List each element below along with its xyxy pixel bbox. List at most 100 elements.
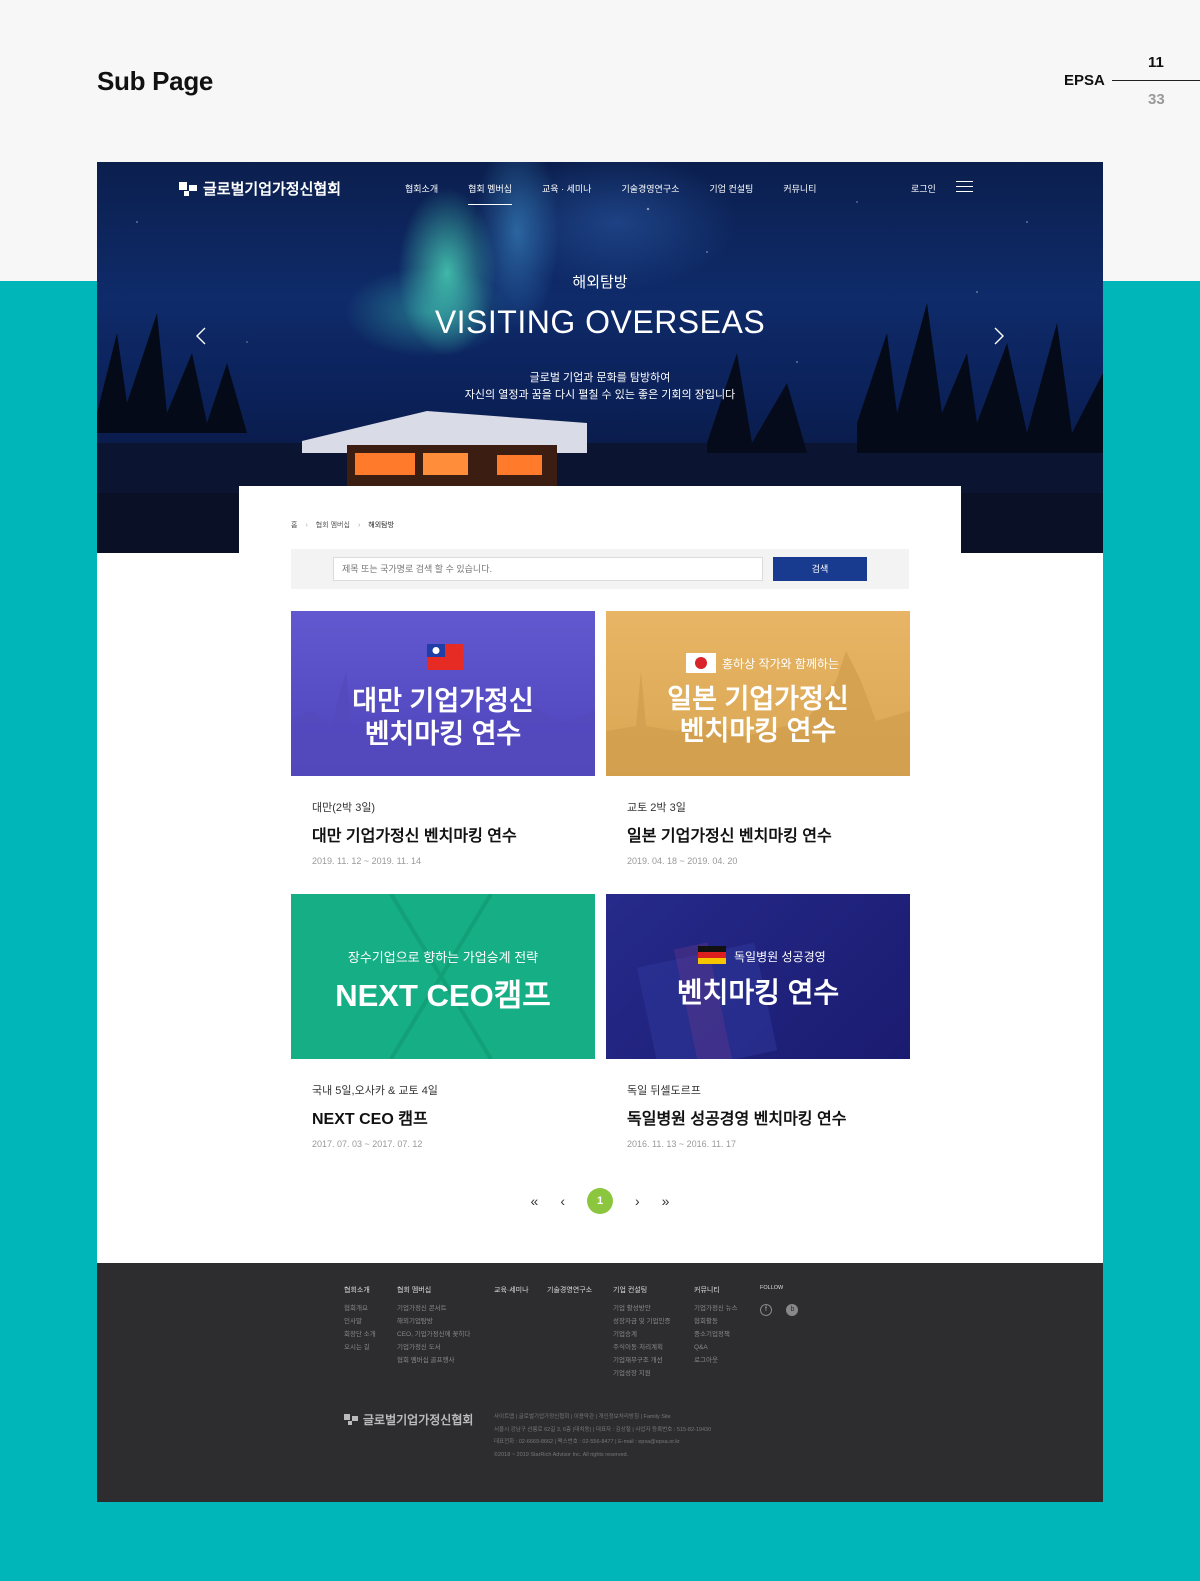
- footer-link[interactable]: 해외기업탐방: [397, 1315, 470, 1328]
- breadcrumb-membership[interactable]: 협회 멤버십: [316, 520, 350, 530]
- footer-copyright: ©2018 ~ 2019 StarRich Advisor Inc. All r…: [494, 1451, 629, 1458]
- footer-link[interactable]: 기업성장 지원: [613, 1367, 670, 1380]
- logo-mark-icon: [179, 181, 197, 196]
- footer-link[interactable]: 기업 활성방안: [613, 1302, 670, 1315]
- footer-link[interactable]: 중소기업정책: [694, 1328, 738, 1341]
- card-title[interactable]: NEXT CEO 캠프: [312, 1105, 595, 1129]
- footer-link[interactable]: 기업재무구조 개선: [613, 1354, 670, 1367]
- footer-col-education: 교육·세미나: [494, 1285, 529, 1302]
- thumb-line1: NEXT CEO캠프: [335, 978, 551, 1013]
- chevron-left-icon[interactable]: [194, 326, 208, 346]
- footer-link[interactable]: 오시는 길: [344, 1341, 376, 1354]
- hero-title: VISITING OVERSEAS: [434, 304, 766, 340]
- card-subtitle: 국내 5일,오사카 & 교토 4일: [312, 1085, 438, 1097]
- search-button[interactable]: 검색: [773, 557, 867, 581]
- first-page-icon[interactable]: «: [531, 1193, 539, 1209]
- footer-info-line: 대표전화 : 02-6669-8662 | 팩스번호 : 02-556-8477…: [494, 1439, 680, 1445]
- deck-brand: EPSA: [1064, 72, 1105, 89]
- deck-page-number: 11: [1148, 54, 1164, 71]
- footer-link[interactable]: 협회개요: [344, 1302, 376, 1315]
- footer-col-follow: FOLLOW f b: [760, 1285, 808, 1316]
- thumb-line2: 벤치마킹 연수: [364, 719, 522, 749]
- card-thumbnail: 독일병원 성공경영 벤치마킹 연수: [606, 894, 910, 1059]
- hero-subtitle: 해외탐방: [572, 274, 628, 291]
- breadcrumb-current: 해외탐방: [368, 522, 395, 529]
- breadcrumb-home[interactable]: 홈: [291, 520, 297, 530]
- nav-item-education[interactable]: 교육 · 세미나: [542, 182, 591, 203]
- list-item[interactable]: 장수기업으로 향하는 가업승계 전략 NEXT CEO캠프 국내 5일,오사카 …: [291, 894, 595, 1149]
- footer-col-about: 협회소개 협회개요 인사말 회장단 소개 오시는 길: [344, 1285, 376, 1354]
- prev-page-icon[interactable]: ‹: [560, 1193, 565, 1209]
- thumb-line2: 벤치마킹 연수: [679, 716, 837, 746]
- nav-item-about[interactable]: 협회소개: [405, 182, 438, 203]
- footer-info: 사이트맵 | 글로벌기업가정신협회 | 이용약관 | 개인정보처리방침 | Fa…: [494, 1411, 711, 1461]
- chevron-right-icon[interactable]: [992, 326, 1006, 346]
- nav-item-research[interactable]: 기술경영연구소: [621, 182, 679, 203]
- japan-flag-icon: [686, 653, 716, 673]
- thumb-line1: 벤치마킹 연수: [676, 977, 840, 1008]
- hero-desc-line2: 자신의 열정과 꿈을 다시 펼칠 수 있는 좋은 기회의 장입니다: [464, 389, 736, 401]
- search-input[interactable]: [333, 557, 763, 581]
- card-date: 2019. 04. 18 ~ 2019. 04. 20: [627, 856, 738, 866]
- footer-heading[interactable]: 교육·세미나: [494, 1285, 529, 1295]
- footer-link[interactable]: 인사말: [344, 1315, 376, 1328]
- footer-heading[interactable]: 협회소개: [344, 1285, 376, 1295]
- footer-link[interactable]: 회장단 소개: [344, 1328, 376, 1341]
- footer-link[interactable]: 기업가정신 뉴스: [694, 1302, 738, 1315]
- logo-text: 글로벌기업가정신협회: [203, 181, 342, 198]
- footer-link[interactable]: 기업가정신 도서: [397, 1341, 470, 1354]
- footer-link[interactable]: Q&A: [694, 1341, 738, 1354]
- card-thumbnail: 대만 기업가정신 벤치마킹 연수: [291, 611, 595, 776]
- card-date: 2016. 11. 13 ~ 2016. 11. 17: [627, 1139, 737, 1149]
- hero-desc-line1: 글로벌 기업과 문화를 탐방하여: [529, 372, 671, 384]
- card-subtitle: 교토 2박 3일: [627, 802, 686, 814]
- site-logo[interactable]: 글로벌기업가정신협회: [179, 178, 341, 199]
- list-item[interactable]: 독일병원 성공경영 벤치마킹 연수 독일 뒤셀도르프 독일병원 성공경영 벤치마…: [606, 894, 910, 1149]
- facebook-icon[interactable]: f: [760, 1304, 772, 1316]
- chevron-right-icon: ›: [357, 521, 361, 529]
- hamburger-menu-icon[interactable]: [956, 181, 973, 193]
- footer-heading[interactable]: 기업 컨설팅: [613, 1285, 670, 1295]
- website-mockup: 글로벌기업가정신협회 협회소개 협회 멤버십 교육 · 세미나 기술경영연구소 …: [97, 162, 1103, 1502]
- footer-link[interactable]: CEO, 기업가정신에 꽂히다: [397, 1328, 470, 1341]
- card-date: 2019. 11. 12 ~ 2019. 11. 14: [312, 856, 422, 866]
- blog-icon[interactable]: b: [786, 1304, 799, 1316]
- thumb-tag: 장수기업으로 향하는 가업승계 전략: [347, 950, 539, 965]
- last-page-icon[interactable]: »: [662, 1193, 670, 1209]
- footer-link[interactable]: 로그아웃: [694, 1354, 738, 1367]
- current-page[interactable]: 1: [587, 1188, 613, 1214]
- nav-item-membership[interactable]: 협회 멤버십: [468, 182, 512, 205]
- footer-heading[interactable]: 커뮤니티: [694, 1285, 738, 1295]
- footer-link[interactable]: 주식이동·처리계획: [613, 1341, 670, 1354]
- footer-link[interactable]: 협회 멤버십 골프행사: [397, 1354, 470, 1367]
- card-title[interactable]: 독일병원 성공경영 벤치마킹 연수: [627, 1105, 910, 1129]
- card-thumbnail: 장수기업으로 향하는 가업승계 전략 NEXT CEO캠프: [291, 894, 595, 1059]
- main-nav: 협회소개 협회 멤버십 교육 · 세미나 기술경영연구소 기업 컨설팅 커뮤니티: [405, 182, 846, 205]
- nav-item-consulting[interactable]: 기업 컨설팅: [709, 182, 753, 203]
- login-link[interactable]: 로그인: [911, 182, 936, 195]
- thumb-tag: 홍하상 작가와 함께하는: [722, 657, 840, 671]
- footer-link[interactable]: 기업승계: [613, 1328, 670, 1341]
- footer-heading[interactable]: 협회 멤버십: [397, 1285, 470, 1295]
- pagination: « ‹ 1 › »: [239, 1188, 961, 1214]
- nav-item-community[interactable]: 커뮤니티: [783, 182, 816, 203]
- footer-link[interactable]: 성장자금 및 기업인증: [613, 1315, 670, 1328]
- card-title[interactable]: 일본 기업가정신 벤치마킹 연수: [627, 822, 910, 846]
- next-page-icon[interactable]: ›: [635, 1193, 640, 1209]
- chevron-right-icon: ›: [305, 521, 308, 529]
- card-subtitle: 대만(2박 3일): [312, 802, 376, 814]
- footer-logo[interactable]: 글로벌기업가정신협회: [344, 1411, 473, 1428]
- logo-mark-icon: [344, 1414, 358, 1425]
- footer-col-consulting: 기업 컨설팅 기업 활성방안 성장자금 및 기업인증 기업승계 주식이동·처리계…: [613, 1285, 670, 1380]
- footer-col-membership: 협회 멤버십 기업가정신 콘서트 해외기업탐방 CEO, 기업가정신에 꽂히다 …: [397, 1285, 470, 1367]
- footer-link[interactable]: 기업가정신 콘서트: [397, 1302, 470, 1315]
- list-item[interactable]: 대만 기업가정신 벤치마킹 연수 대만(2박 3일) 대만 기업가정신 벤치마킹…: [291, 611, 595, 866]
- site-footer: 협회소개 협회개요 인사말 회장단 소개 오시는 길 협회 멤버십 기업가정신 …: [97, 1263, 1103, 1502]
- list-item[interactable]: 홍하상 작가와 함께하는 일본 기업가정신 벤치마킹 연수 교토 2박 3일 일…: [606, 611, 910, 866]
- deck-page-total: 33: [1148, 91, 1165, 108]
- breadcrumb: 홈 › 협회 멤버십 › 해외탐방: [291, 520, 394, 530]
- footer-link[interactable]: 협회활동: [694, 1315, 738, 1328]
- card-title[interactable]: 대만 기업가정신 벤치마킹 연수: [312, 822, 595, 846]
- footer-heading[interactable]: 기술경영연구소: [547, 1285, 592, 1295]
- footer-col-research: 기술경영연구소: [547, 1285, 592, 1302]
